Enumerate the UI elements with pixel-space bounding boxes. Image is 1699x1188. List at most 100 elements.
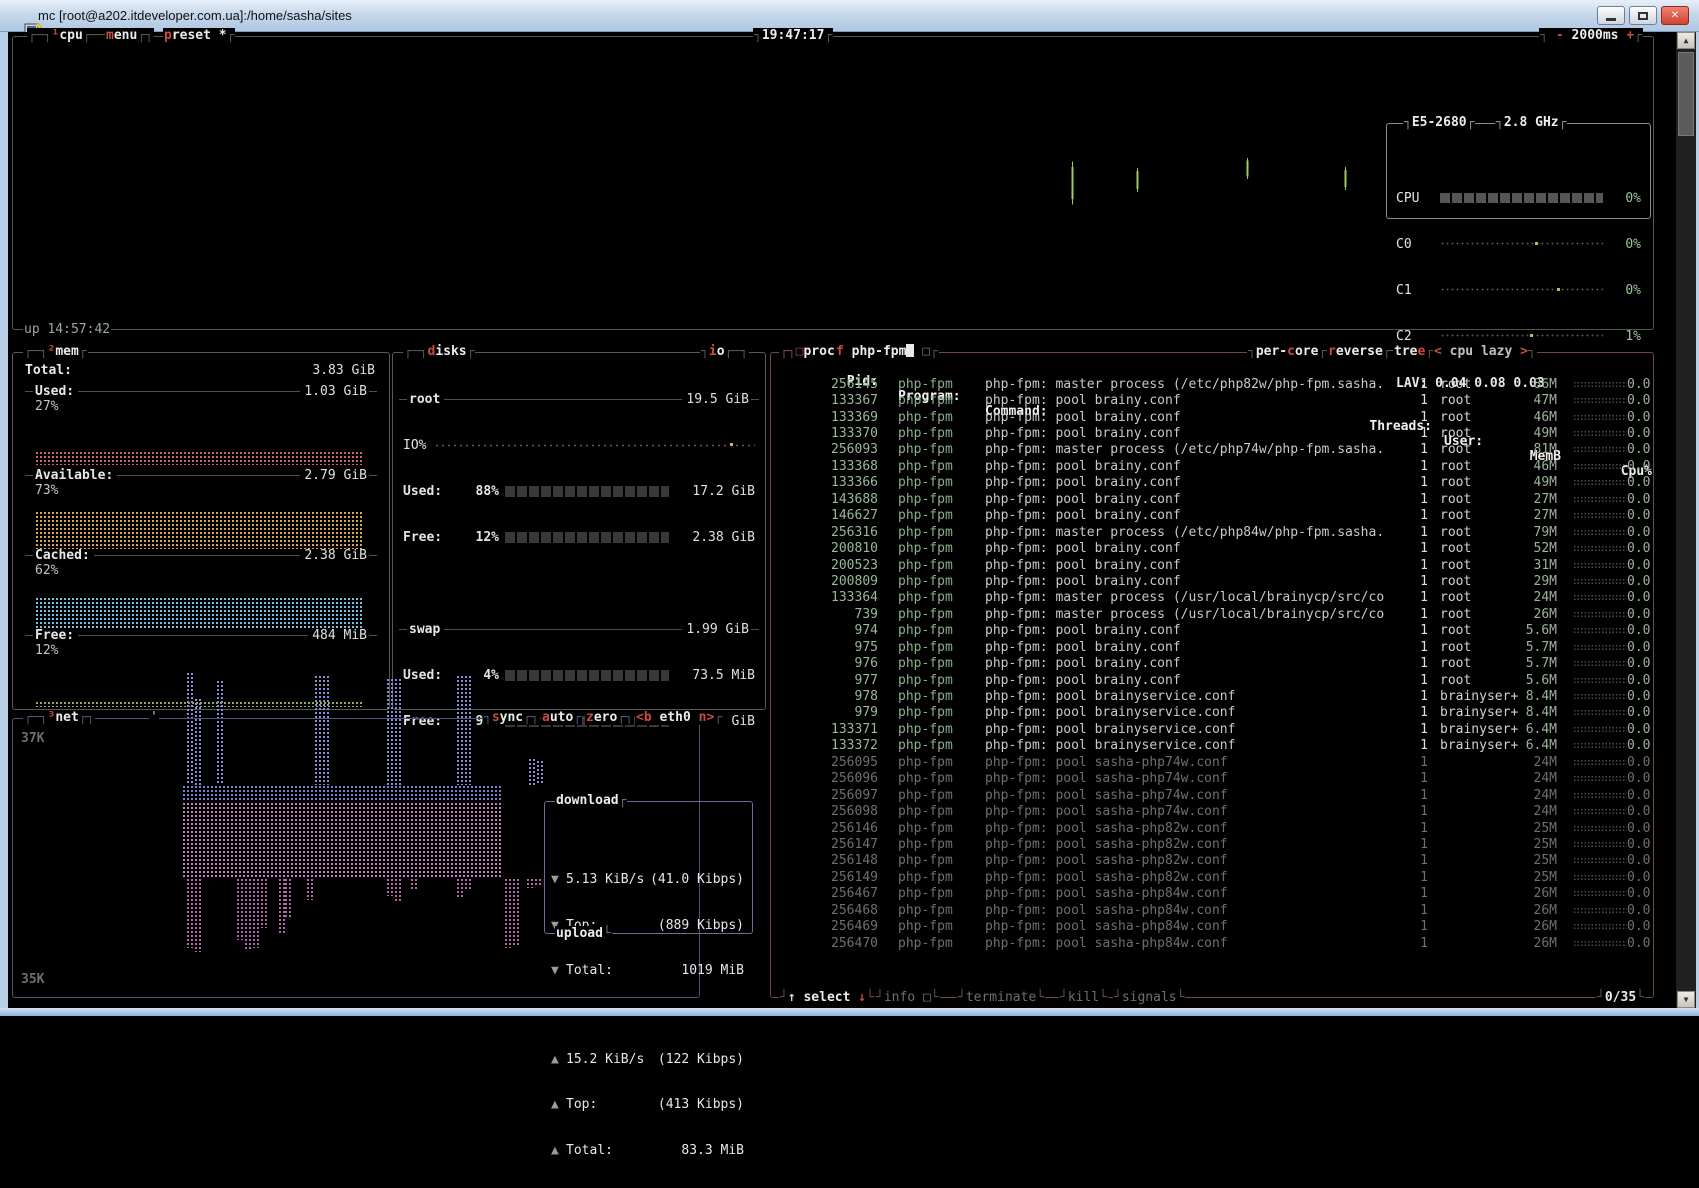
process-row[interactable]: 200810php-fpmphp-fpm: pool brainy.conf1r…: [775, 540, 1651, 556]
process-row[interactable]: 978php-fpmphp-fpm: pool brainyservice.co…: [775, 688, 1651, 704]
process-row[interactable]: 200523php-fpmphp-fpm: pool brainy.conf1r…: [775, 557, 1651, 573]
process-row[interactable]: 143688php-fpmphp-fpm: pool brainy.conf1r…: [775, 491, 1651, 507]
cpu-box-title[interactable]: ┌─┐¹cpu┌──┐: [27, 28, 115, 43]
process-pid: 739: [775, 607, 878, 622]
process-command: php-fpm: pool brainy.conf: [985, 459, 1401, 474]
update-interval-control[interactable]: ┐ - 2000ms +┌: [1539, 28, 1643, 43]
select-control[interactable]: ┘↑ select ↓└: [779, 990, 875, 1005]
process-row[interactable]: 256147php-fpmphp-fpm: pool sasha-php82w.…: [775, 836, 1651, 852]
process-row[interactable]: 739php-fpmphp-fpm: master process (/usr/…: [775, 606, 1651, 622]
process-row[interactable]: 976php-fpmphp-fpm: pool brainy.conf1root…: [775, 655, 1651, 671]
process-row[interactable]: 256316php-fpmphp-fpm: master process (/e…: [775, 524, 1651, 540]
auto-button[interactable]: auto┌: [541, 710, 582, 725]
process-program: php-fpm: [898, 886, 985, 901]
per-core-button[interactable]: ┐per-core┌┐: [1247, 344, 1335, 359]
process-row[interactable]: 146627php-fpmphp-fpm: pool brainy.conf1r…: [775, 508, 1651, 524]
process-row[interactable]: 977php-fpmphp-fpm: pool brainy.conf1root…: [775, 672, 1651, 688]
process-filter-input[interactable]: f php-fpm □┌: [835, 344, 939, 359]
sort-next-icon[interactable]: >: [1520, 344, 1528, 359]
process-row[interactable]: 133366php-fpmphp-fpm: pool brainy.conf1r…: [775, 475, 1651, 491]
core-label: C2: [1396, 329, 1434, 344]
reverse-button[interactable]: reverse┌┐: [1327, 344, 1399, 359]
process-row[interactable]: 256097php-fpmphp-fpm: pool sasha-php74w.…: [775, 787, 1651, 803]
cpu-graph-spike: [1244, 134, 1251, 203]
scrollbar[interactable]: ▲ ▼: [1676, 32, 1696, 1008]
process-row[interactable]: 979php-fpmphp-fpm: pool brainyservice.co…: [775, 705, 1651, 721]
scroll-up-button[interactable]: ▲: [1677, 32, 1695, 49]
process-cpu-percent: 0.0: [1627, 821, 1648, 836]
process-row[interactable]: 256468php-fpmphp-fpm: pool sasha-php84w.…: [775, 902, 1651, 918]
memory-box-title[interactable]: ┌─┐²mem┌: [23, 344, 88, 359]
scroll-down-button[interactable]: ▼: [1677, 991, 1695, 1008]
preset-button[interactable]: preset *┌: [163, 28, 235, 43]
close-button[interactable]: ✕: [1661, 6, 1689, 25]
process-memory: 26M: [1519, 607, 1557, 622]
net-scale-top: 37K: [21, 731, 44, 746]
process-pid: 133369: [775, 410, 878, 425]
process-row[interactable]: 256149php-fpmphp-fpm: pool sasha-php82w.…: [775, 869, 1651, 885]
process-row[interactable]: 133370php-fpmphp-fpm: pool brainy.conf1r…: [775, 425, 1651, 441]
process-command: php-fpm: pool brainyservice.conf: [985, 689, 1401, 704]
disks-box: ┌─┐disks┌ ┐io┌─┐ root19.5 GiB IO% Used: …: [392, 352, 766, 710]
menu-button[interactable]: menu┌┐: [105, 28, 154, 43]
process-row[interactable]: 133372php-fpmphp-fpm: pool brainyservice…: [775, 738, 1651, 754]
select-up-icon[interactable]: ↑: [788, 990, 796, 1005]
sync-button[interactable]: ┐sync┌┐: [483, 710, 540, 725]
process-row[interactable]: 133371php-fpmphp-fpm: pool brainyservice…: [775, 721, 1651, 737]
up-arrow-icon: ▲: [551, 1143, 566, 1158]
process-row[interactable]: 256148php-fpmphp-fpm: pool sasha-php82w.…: [775, 853, 1651, 869]
terminate-button[interactable]: ┘terminate└: [957, 990, 1045, 1005]
process-user: root: [1440, 623, 1519, 638]
tree-button[interactable]: tree┌: [1393, 344, 1434, 359]
process-user: root: [1440, 673, 1519, 688]
disk-name-row: swap1.99 GiB: [399, 621, 759, 637]
interval-plus-button[interactable]: +: [1626, 28, 1634, 43]
process-pid: 256470: [775, 936, 878, 951]
process-cpu-graph: [1573, 578, 1627, 585]
process-row[interactable]: 133367php-fpmphp-fpm: pool brainy.conf1r…: [775, 392, 1651, 408]
scrollbar-thumb[interactable]: [1678, 52, 1694, 136]
process-row[interactable]: 256467php-fpmphp-fpm: pool sasha-php84w.…: [775, 886, 1651, 902]
signals-button[interactable]: ┘signals└: [1113, 990, 1185, 1005]
process-threads: 1: [1401, 673, 1428, 688]
window-titlebar[interactable]: mc [root@a202.itdeveloper.com.ua]:/home/…: [0, 0, 1699, 32]
close-icon: ✕: [1671, 10, 1679, 21]
memory-available-value: 2.79 GiB: [302, 468, 369, 483]
process-row[interactable]: 256096php-fpmphp-fpm: pool sasha-php74w.…: [775, 771, 1651, 787]
sort-prev-icon[interactable]: <: [1434, 344, 1442, 359]
info-button[interactable]: ┘info □└: [875, 990, 940, 1005]
disk-used-label: Used:: [403, 484, 442, 499]
process-pid: 133370: [775, 426, 878, 441]
process-row[interactable]: 256145php-fpmphp-fpm: master process (/e…: [775, 376, 1651, 392]
minimize-button[interactable]: [1597, 6, 1625, 25]
process-row[interactable]: 256095php-fpmphp-fpm: pool sasha-php74w.…: [775, 754, 1651, 770]
process-row[interactable]: 974php-fpmphp-fpm: pool brainy.conf1root…: [775, 623, 1651, 639]
process-cpu-percent: 0.0: [1627, 541, 1648, 556]
process-row[interactable]: 256098php-fpmphp-fpm: pool sasha-php74w.…: [775, 803, 1651, 819]
process-cpu-graph: [1573, 446, 1627, 453]
network-box-title[interactable]: ┌─┐³net┌┐: [23, 710, 95, 725]
sort-column-selector[interactable]: < cpu lazy >┐: [1433, 344, 1537, 359]
network-device-switcher[interactable]: <b eth0 n>┌: [635, 710, 723, 725]
process-threads: 1: [1401, 590, 1428, 605]
process-row[interactable]: 133369php-fpmphp-fpm: pool brainy.conf1r…: [775, 409, 1651, 425]
process-threads: 1: [1401, 722, 1428, 737]
select-down-icon[interactable]: ↓: [858, 990, 866, 1005]
process-row[interactable]: 256146php-fpmphp-fpm: pool sasha-php82w.…: [775, 820, 1651, 836]
interval-minus-button[interactable]: -: [1556, 28, 1564, 43]
process-row[interactable]: 975php-fpmphp-fpm: pool brainy.conf1root…: [775, 639, 1651, 655]
filter-clear-button[interactable]: □: [922, 344, 930, 359]
process-row[interactable]: 133368php-fpmphp-fpm: pool brainy.conf1r…: [775, 458, 1651, 474]
process-row[interactable]: 256470php-fpmphp-fpm: pool sasha-php84w.…: [775, 935, 1651, 951]
process-cpu-graph: [1573, 742, 1627, 749]
process-command: php-fpm: pool brainy.conf: [985, 410, 1401, 425]
process-row[interactable]: 256093php-fpmphp-fpm: master process (/e…: [775, 442, 1651, 458]
process-cpu-percent: 0.0: [1627, 673, 1648, 688]
kill-button[interactable]: ┘kill└: [1059, 990, 1108, 1005]
process-row[interactable]: 256469php-fpmphp-fpm: pool sasha-php84w.…: [775, 918, 1651, 934]
maximize-button[interactable]: [1629, 6, 1657, 25]
core-value: 0%: [1609, 283, 1641, 298]
zero-button[interactable]: zero┌┐: [585, 710, 634, 725]
process-row[interactable]: 200809php-fpmphp-fpm: pool brainy.conf1r…: [775, 573, 1651, 589]
process-row[interactable]: 133364php-fpmphp-fpm: master process (/u…: [775, 590, 1651, 606]
